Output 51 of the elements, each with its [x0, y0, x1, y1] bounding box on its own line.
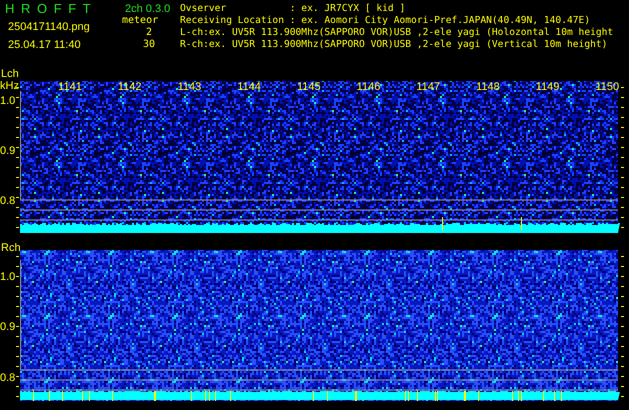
meteor-echo-mark [215, 390, 216, 402]
time-label: 1145 [296, 81, 321, 93]
meteor-echo-mark [49, 390, 50, 402]
meteor-echo-mark [89, 390, 90, 402]
time-label: 1144 [237, 81, 261, 93]
meteor-echo-mark [518, 390, 519, 402]
axis-label: 0.9 [0, 145, 16, 157]
info-line: Receiving Location : ex. Aomori City Aomori-Pref.JAPAN(40.49N, 140.47E) [179, 15, 592, 27]
meteor-echo-mark [442, 216, 443, 230]
time-label: 1142 [118, 81, 142, 93]
meteor-echo-mark [417, 390, 418, 402]
meteor-echo-mark [82, 390, 83, 402]
meteor-label: meteor [121, 15, 160, 27]
meteor-echo-mark [405, 390, 406, 402]
time-label: 1146 [356, 81, 380, 93]
meteor-echo-mark [112, 390, 113, 402]
meteor-echo-mark [521, 390, 522, 402]
channel-label: Rch [1, 242, 21, 254]
axis-label: 1.0 [0, 271, 16, 283]
meteor-echo-mark [408, 390, 409, 402]
file-name: 2504171140.png [7, 21, 91, 33]
meteor-echo-mark [478, 390, 479, 402]
info-line: Ovserver : ex. JR7CYX [ kid ] [179, 3, 406, 15]
timestamp: 25.04.17 11:40 [7, 39, 82, 51]
app-version: 2ch 0.3.0 [124, 3, 172, 15]
meteor-echo-mark [561, 390, 562, 402]
meteor-echo-mark [33, 390, 34, 402]
axis-label: 1.0 [0, 95, 16, 107]
meteor-echo-mark [512, 390, 513, 402]
meteor-echo-mark [230, 390, 231, 402]
axis-label: 0.8 [0, 195, 16, 207]
meteor-echo-mark [313, 390, 314, 402]
meteor-echo-mark [521, 216, 522, 230]
meteor-echo-mark [191, 390, 192, 402]
unit-label: kHz [0, 80, 19, 92]
channel-label: Lch [1, 68, 19, 80]
app-logo: H R O F F T [4, 3, 94, 15]
meteor-echo-mark [205, 390, 206, 402]
info-line: L-ch:ex. UV5R 113.900Mhz(SAPPORO VOR)USB ,2-ele yagi (Holozontal 10m height [179, 27, 614, 39]
meteor-count: 30 [142, 39, 156, 51]
axis-label: 0.8 [0, 372, 16, 384]
meteor-echo-mark [209, 390, 210, 402]
meteor-echo-mark [62, 390, 63, 402]
time-label: 1143 [178, 81, 202, 93]
meteor-count: 2 [144, 27, 154, 39]
meteor-echo-mark [543, 390, 544, 402]
axis-label: 0.9 [0, 321, 16, 333]
info-line: R-ch:ex. UV5R 113.900Mhz(SAPPORO VOR)USB ,2-ele yagi (Vertical 10m height) [179, 39, 608, 51]
time-label: 1141 [58, 81, 82, 93]
meteor-echo-mark [554, 390, 555, 402]
meteor-echo-mark [327, 390, 328, 402]
